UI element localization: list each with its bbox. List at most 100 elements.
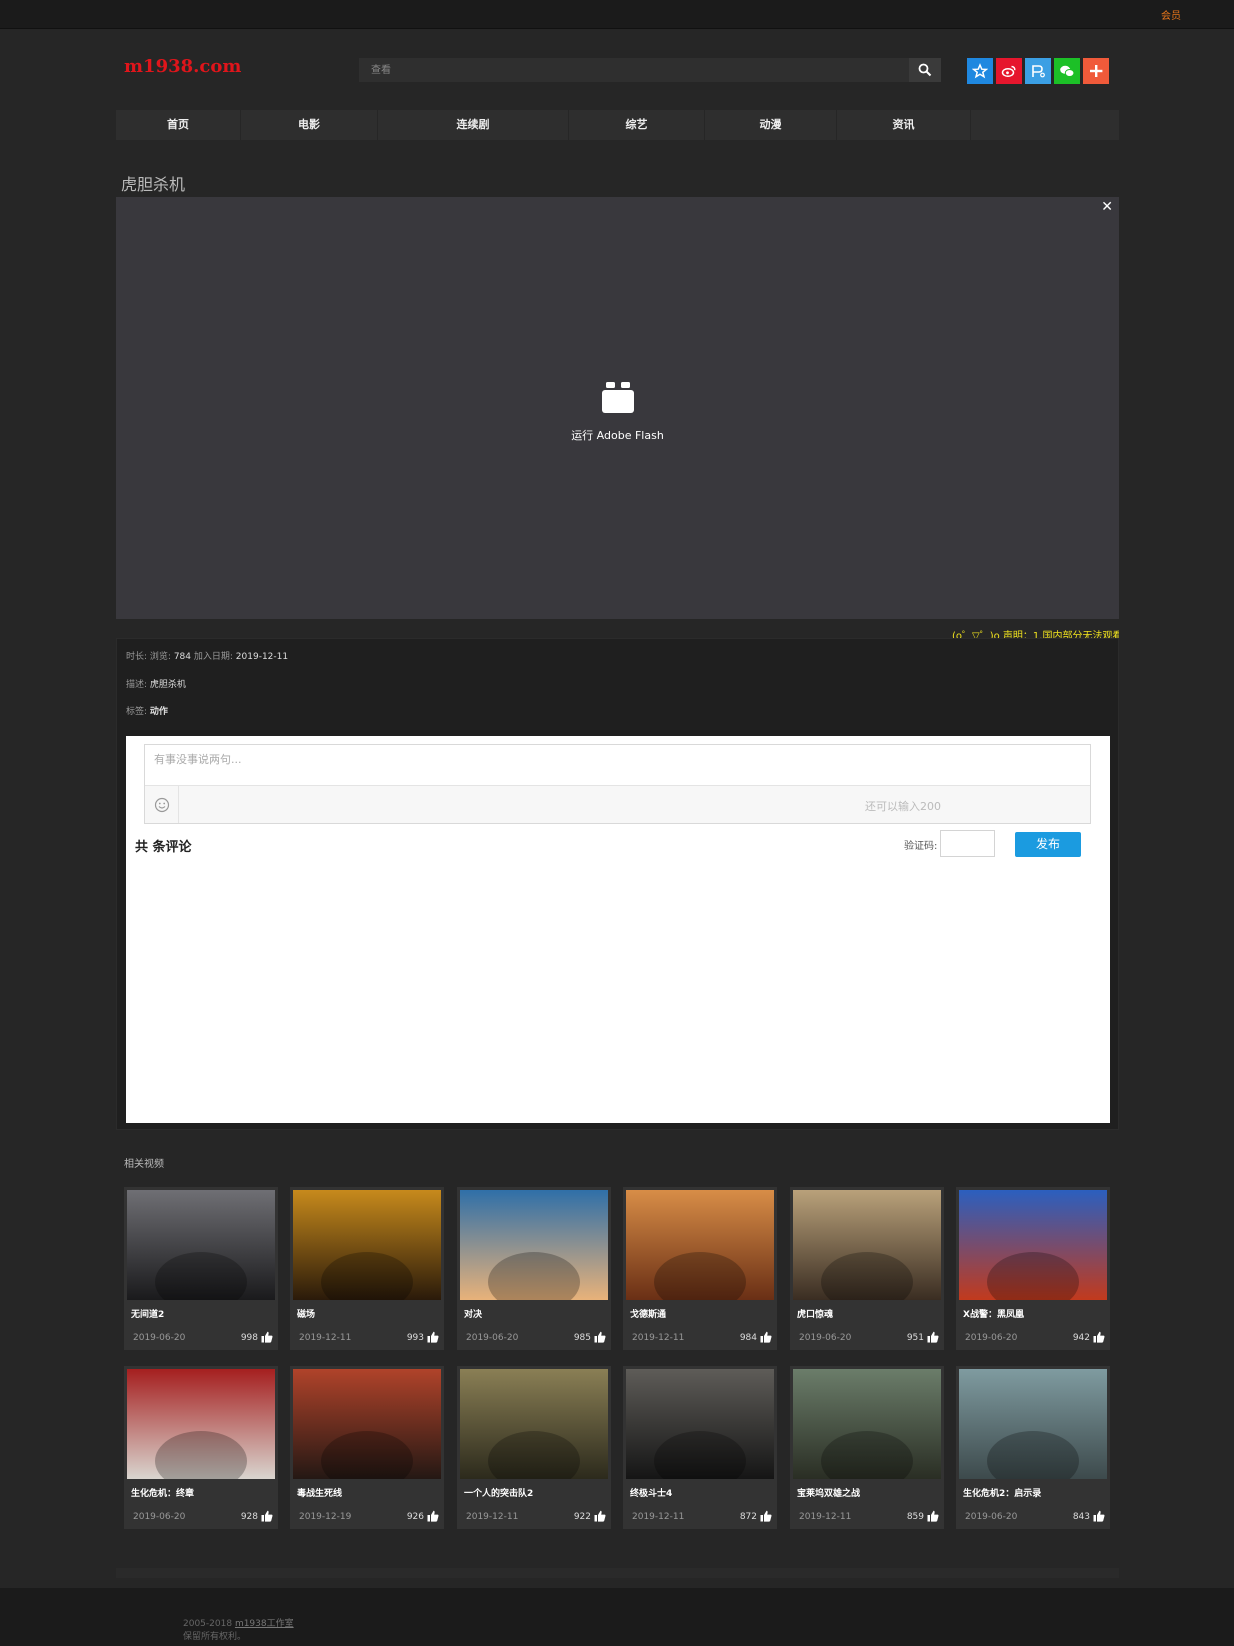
footer-divider [116, 1568, 1119, 1578]
captcha-input[interactable] [940, 830, 995, 857]
video-poster[interactable] [127, 1190, 275, 1300]
thumbs-up-icon[interactable] [427, 1510, 439, 1522]
tag-link[interactable]: 动作 [150, 707, 168, 717]
publish-button[interactable]: 发布 [1015, 832, 1081, 857]
qq-space-share-icon [1032, 65, 1045, 78]
video-title[interactable]: 毒战生死线 [297, 1486, 342, 1499]
comment-section: 还可以输入200 共 条评论 验证码: 发布 [126, 736, 1110, 1123]
thumbs-up-icon[interactable] [261, 1331, 273, 1343]
video-card[interactable]: 终极斗士4 2019-12-11 872 [623, 1366, 777, 1529]
video-date: 2019-12-11 [632, 1333, 685, 1343]
video-date: 2019-06-20 [466, 1333, 519, 1343]
thumbs-up-icon[interactable] [927, 1510, 939, 1522]
video-title[interactable]: 磁场 [297, 1307, 315, 1320]
like-count: 998 [240, 1333, 258, 1343]
nav-item-news[interactable]: 资讯 [837, 110, 971, 140]
meta-row: 时长: 浏览: 784 加入日期: 2019-12-11 [126, 649, 288, 662]
video-poster[interactable] [959, 1190, 1107, 1300]
thumbs-up-icon[interactable] [760, 1331, 772, 1343]
captcha-label: 验证码: [904, 841, 938, 852]
wechat-share-button[interactable] [1054, 58, 1080, 84]
flash-label: 运行 Adobe Flash [571, 429, 664, 442]
video-card[interactable]: 一个人的突击队2 2019-12-11 922 [457, 1366, 611, 1529]
video-date: 2019-06-20 [965, 1333, 1018, 1343]
video-card[interactable]: X战警：黑凤凰 2019-06-20 942 [956, 1187, 1110, 1350]
video-title[interactable]: 生化危机2：启示录 [963, 1486, 1041, 1499]
video-poster[interactable] [626, 1190, 774, 1300]
thumbs-up-icon[interactable] [594, 1510, 606, 1522]
like-count: 984 [739, 1333, 757, 1343]
video-title[interactable]: 终极斗士4 [630, 1486, 672, 1499]
close-icon[interactable]: ✕ [1101, 199, 1113, 215]
video-title[interactable]: 虎口惊魂 [797, 1307, 833, 1320]
video-poster[interactable] [293, 1369, 441, 1479]
video-date: 2019-12-19 [299, 1512, 352, 1522]
studio-link[interactable]: m1938工作室 [235, 1619, 294, 1629]
comment-input[interactable] [145, 745, 1090, 786]
run-flash-button[interactable]: 运行 Adobe Flash [116, 381, 1119, 443]
video-date: 2019-06-20 [799, 1333, 852, 1343]
thumbs-up-icon[interactable] [760, 1510, 772, 1522]
site-logo[interactable]: m1938.com [124, 56, 241, 77]
like-count: 985 [573, 1333, 591, 1343]
video-poster[interactable] [127, 1369, 275, 1479]
video-date: 2019-12-11 [799, 1512, 852, 1522]
video-card[interactable]: 对决 2019-06-20 985 [457, 1187, 611, 1350]
description-label: 描述: [126, 680, 148, 690]
video-poster[interactable] [460, 1369, 608, 1479]
thumbs-up-icon[interactable] [261, 1510, 273, 1522]
added-label: 加入日期: [193, 652, 233, 662]
video-title[interactable]: 宝莱坞双雄之战 [797, 1486, 860, 1499]
video-poster[interactable] [293, 1190, 441, 1300]
video-poster[interactable] [626, 1369, 774, 1479]
video-poster[interactable] [959, 1369, 1107, 1479]
video-poster[interactable] [793, 1190, 941, 1300]
video-card[interactable]: 虎口惊魂 2019-06-20 951 [790, 1187, 944, 1350]
like-count: 993 [406, 1333, 424, 1343]
video-title[interactable]: 戈德斯通 [630, 1307, 666, 1320]
search-input[interactable] [359, 58, 909, 82]
nav-item-home[interactable]: 首页 [116, 110, 241, 140]
video-card[interactable]: 戈德斯通 2019-12-11 984 [623, 1187, 777, 1350]
video-poster[interactable] [793, 1369, 941, 1479]
video-title[interactable]: 生化危机：终章 [131, 1486, 194, 1499]
more-share-button[interactable] [1083, 58, 1109, 84]
nav-item-series[interactable]: 连续剧 [378, 110, 569, 140]
video-date: 2019-12-11 [466, 1512, 519, 1522]
nav-item-anime[interactable]: 动漫 [705, 110, 837, 140]
thumbs-up-icon[interactable] [927, 1331, 939, 1343]
like-count: 843 [1072, 1512, 1090, 1522]
thumbs-up-icon[interactable] [1093, 1331, 1105, 1343]
favorite-share-button[interactable] [967, 58, 993, 84]
video-date: 2019-06-20 [133, 1512, 186, 1522]
video-card[interactable]: 宝莱坞双雄之战 2019-12-11 859 [790, 1366, 944, 1529]
comment-toolbar: 还可以输入200 [145, 786, 1090, 823]
video-title[interactable]: 一个人的突击队2 [464, 1486, 533, 1499]
video-card[interactable]: 磁场 2019-12-11 993 [290, 1187, 444, 1350]
nav-item-variety[interactable]: 综艺 [569, 110, 705, 140]
tags-row: 标签: 动作 [126, 704, 168, 717]
search-button[interactable] [909, 58, 941, 82]
video-title[interactable]: X战警：黑凤凰 [963, 1307, 1024, 1320]
video-card[interactable]: 无间道2 2019-06-20 998 [124, 1187, 278, 1350]
emoji-button[interactable] [145, 786, 179, 823]
smiley-icon [154, 797, 169, 812]
member-link[interactable]: 会员 [1161, 7, 1181, 22]
weibo-share-button[interactable] [996, 58, 1022, 84]
video-poster[interactable] [460, 1190, 608, 1300]
video-title[interactable]: 无间道2 [131, 1307, 164, 1320]
video-player[interactable]: ✕ 运行 Adobe Flash [116, 197, 1119, 619]
video-info-panel: 时长: 浏览: 784 加入日期: 2019-12-11 描述: 虎胆杀机 标签… [116, 638, 1119, 1130]
video-card[interactable]: 生化危机2：启示录 2019-06-20 843 [956, 1366, 1110, 1529]
thumbs-up-icon[interactable] [594, 1331, 606, 1343]
thumbs-up-icon[interactable] [427, 1331, 439, 1343]
nav-item-movies[interactable]: 电影 [241, 110, 378, 140]
related-videos-title: 相关视频 [124, 1159, 164, 1170]
qq-space-share-button[interactable] [1025, 58, 1051, 84]
video-card[interactable]: 生化危机：终章 2019-06-20 928 [124, 1366, 278, 1529]
video-date: 2019-06-20 [133, 1333, 186, 1343]
video-card[interactable]: 毒战生死线 2019-12-19 926 [290, 1366, 444, 1529]
video-title[interactable]: 对决 [464, 1307, 482, 1320]
view-count: 784 [173, 652, 191, 662]
thumbs-up-icon[interactable] [1093, 1510, 1105, 1522]
